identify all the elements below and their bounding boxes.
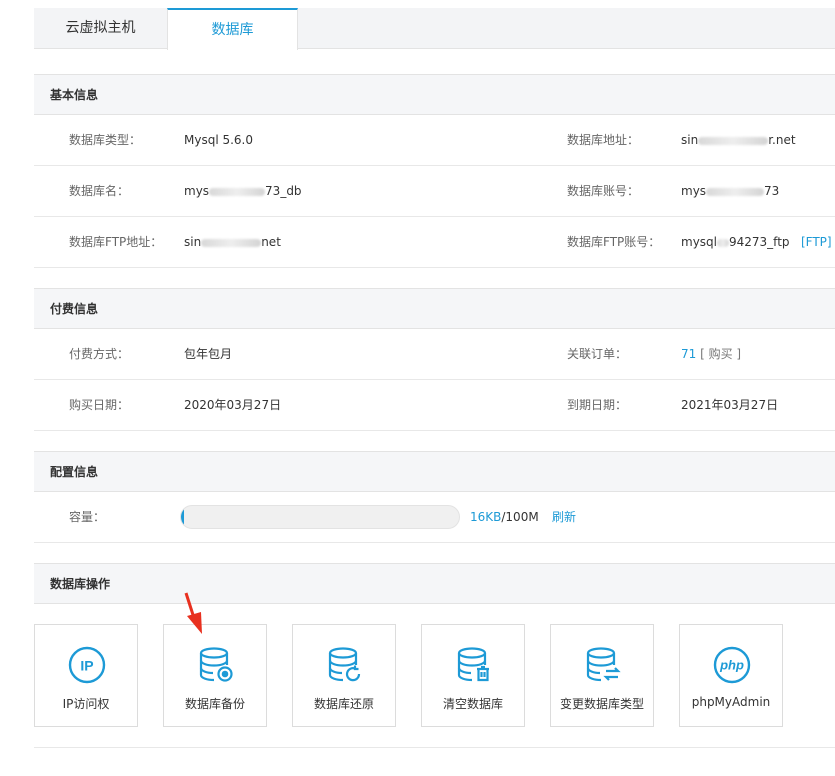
db-ftp-address-label: 数据库FTP地址： — [69, 235, 163, 249]
capacity-progress-bar — [180, 505, 460, 529]
op-label: 数据库还原 — [313, 697, 374, 711]
db-address-label: 数据库地址： — [567, 133, 640, 147]
php-icon: php — [712, 645, 752, 685]
db-type-label: 数据库类型： — [69, 133, 142, 147]
panel-title: 付费信息 — [34, 288, 835, 329]
progress-fill — [181, 506, 185, 528]
ftp-link[interactable]: [FTP] — [801, 235, 832, 249]
ip-access-button[interactable]: IP IP访问权 — [34, 624, 138, 727]
svg-text:php: php — [719, 658, 744, 673]
db-address-value: sin r.net — [681, 133, 796, 147]
basic-info-panel: 基本信息 数据库类型： Mysql 5.6.0 数据库地址： sin r.net … — [34, 74, 835, 268]
db-account-value: mys 73 — [681, 184, 780, 198]
expiry-date-label: 到期日期： — [567, 398, 628, 412]
purchase-date-label: 购买日期： — [69, 398, 130, 412]
purchase-link[interactable]: [ 购买 ] — [700, 347, 741, 361]
tab-database[interactable]: 数据库 — [167, 8, 298, 50]
ip-icon: IP — [67, 645, 107, 685]
expiry-date-value: 2021年03月27日 — [681, 398, 779, 412]
db-backup-button[interactable]: 数据库备份 — [163, 624, 267, 727]
redacted-mask — [698, 136, 769, 145]
tab-bar: 云虚拟主机 数据库 — [34, 8, 835, 50]
redacted-mask — [209, 187, 266, 196]
capacity-value: 16KB/100M — [470, 510, 539, 524]
db-operations-panel: 数据库操作 — [34, 563, 835, 604]
db-account-label: 数据库账号： — [567, 184, 640, 198]
panel-title: 数据库操作 — [34, 563, 835, 604]
config-info-panel: 配置信息 容量： 16KB/100M 刷新 — [34, 451, 835, 543]
redacted-mask — [717, 238, 729, 247]
db-ftp-account-label: 数据库FTP账号： — [567, 235, 661, 249]
related-order-label: 关联订单： — [567, 347, 628, 361]
operation-grid: IP IP访问权 数据库备份 数据库还原 清空数据库 变更数据库类型 php p… — [34, 624, 835, 748]
info-row: 数据库FTP地址： sin net 数据库FTP账号： mysql 94273_ft… — [34, 217, 835, 268]
info-row: 数据库名： mys 73_db 数据库账号： mys 73 — [34, 166, 835, 217]
db-ftp-account-value: mysql 94273_ftp [FTP] — [681, 235, 832, 249]
related-order-value: 71 [ 购买 ] — [681, 329, 741, 379]
payment-method-label: 付费方式： — [69, 347, 130, 361]
database-change-type-icon — [583, 645, 623, 685]
db-name-value: mys 73_db — [184, 184, 302, 198]
info-row: 购买日期： 2020年03月27日 到期日期： 2021年03月27日 — [34, 380, 835, 431]
payment-method-value: 包年包月 — [184, 347, 233, 361]
db-change-type-button[interactable]: 变更数据库类型 — [550, 624, 654, 727]
op-label: 清空数据库 — [442, 697, 503, 711]
info-row: 数据库类型： Mysql 5.6.0 数据库地址： sin r.net — [34, 115, 835, 166]
op-label: 变更数据库类型 — [559, 697, 644, 711]
annotation-arrow-icon — [184, 592, 202, 634]
panel-title: 配置信息 — [34, 451, 835, 492]
op-label: IP访问权 — [62, 697, 110, 711]
panel-title: 基本信息 — [34, 74, 835, 115]
db-restore-button[interactable]: 数据库还原 — [292, 624, 396, 727]
db-ftp-address-value: sin net — [184, 235, 281, 249]
info-row: 容量： 16KB/100M 刷新 — [34, 492, 835, 543]
database-restore-icon — [325, 645, 365, 685]
svg-text:IP: IP — [80, 658, 93, 674]
database-clear-icon — [454, 645, 494, 685]
order-link[interactable]: 71 — [681, 347, 696, 361]
db-type-value: Mysql 5.6.0 — [184, 133, 254, 147]
purchase-date-value: 2020年03月27日 — [184, 398, 282, 412]
billing-info-panel: 付费信息 付费方式： 包年包月 关联订单： 71 [ 购买 ] 购买日期： 20… — [34, 288, 835, 431]
redacted-mask — [706, 187, 765, 196]
database-backup-icon — [196, 645, 236, 685]
db-clear-button[interactable]: 清空数据库 — [421, 624, 525, 727]
phpmyadmin-button[interactable]: php phpMyAdmin — [679, 624, 783, 727]
redacted-mask — [201, 238, 262, 247]
info-row: 付费方式： 包年包月 关联订单： 71 [ 购买 ] — [34, 329, 835, 380]
refresh-link[interactable]: 刷新 — [552, 492, 576, 542]
db-name-label: 数据库名： — [69, 184, 130, 198]
capacity-label: 容量： — [69, 510, 106, 524]
op-label: phpMyAdmin — [691, 695, 771, 709]
tab-virtual-host[interactable]: 云虚拟主机 — [34, 8, 167, 49]
op-label: 数据库备份 — [184, 697, 245, 711]
